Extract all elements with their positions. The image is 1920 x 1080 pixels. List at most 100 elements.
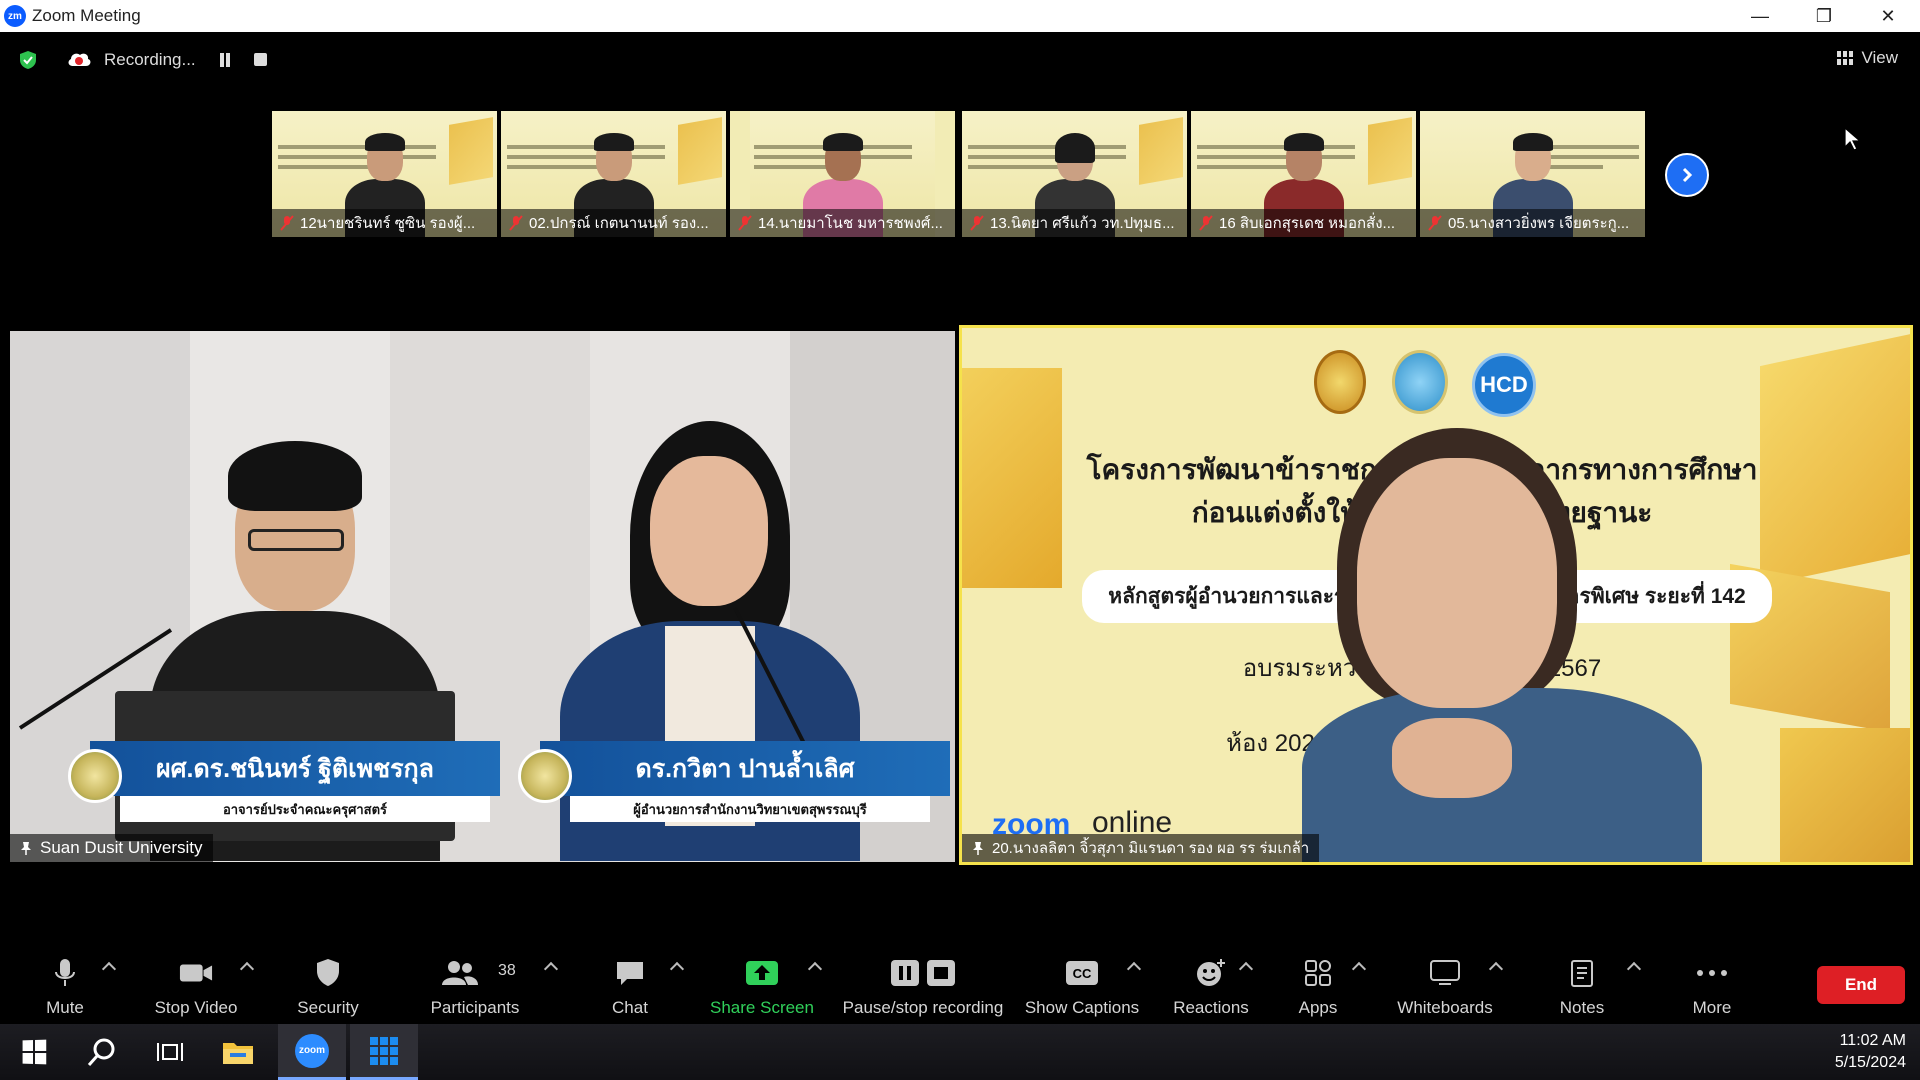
participant-name: 16 สิบเอกสุรเดช หมอกสั่ง... — [1219, 215, 1396, 232]
lower-third-title: ผู้อำนวยการสำนักงานวิทยาเขตสุพรรณบุรี — [570, 796, 930, 822]
window-title: Zoom Meeting — [32, 6, 141, 25]
slide-decoration — [962, 368, 1062, 588]
folder-icon — [223, 1043, 253, 1064]
task-view-icon — [157, 1043, 183, 1061]
chat-options-chevron-icon[interactable] — [669, 961, 685, 977]
reactions-button[interactable]: Reactions — [1166, 942, 1256, 1024]
pause-stop-recording-button[interactable]: Pause/stop recording — [838, 942, 1008, 1024]
view-button[interactable]: View — [1837, 48, 1898, 68]
main-video-tile-right[interactable]: HCD โครงการพัฒนาข้าราชการครูและบุคลากรทา… — [959, 325, 1913, 865]
slide-decoration — [1780, 728, 1910, 862]
chevron-right-icon — [1682, 167, 1693, 183]
share-screen-label: Share Screen — [710, 998, 814, 1017]
system-clock[interactable]: 11:02 AM 5/15/2024 — [1835, 1030, 1906, 1074]
stop-recording-icon[interactable] — [254, 53, 267, 66]
view-label: View — [1861, 48, 1898, 67]
meeting-toolbar: Mute Stop Video Security Participants 38… — [0, 942, 1920, 1024]
mic-muted-icon — [1199, 215, 1213, 231]
more-ellipsis-icon — [1697, 970, 1727, 976]
apps-label: Apps — [1298, 998, 1338, 1017]
stop-video-button[interactable]: Stop Video — [146, 942, 246, 1024]
show-captions-label: Show Captions — [1024, 998, 1140, 1017]
audio-options-chevron-icon[interactable] — [101, 961, 117, 977]
mic-muted-icon — [509, 215, 523, 231]
participant-name: 05.นางสาวยิ่งพร เจียตระกู... — [1448, 215, 1630, 232]
participants-label: Participants — [430, 998, 520, 1017]
grid-app-icon — [370, 1036, 398, 1065]
taskbar-file-explorer[interactable] — [204, 1024, 272, 1080]
participant-thumbnail[interactable]: 13.นิตยา ศรีแก้ว วท.ปทุมธ... — [962, 111, 1187, 237]
participants-icon — [442, 961, 478, 985]
mute-label: Mute — [46, 998, 84, 1017]
hcd-logo-icon: HCD — [1472, 353, 1536, 417]
slide-decoration — [1760, 329, 1910, 587]
participant-thumbnail[interactable]: 16 สิบเอกสุรเดช หมอกสั่ง... — [1191, 111, 1416, 237]
start-button[interactable] — [0, 1024, 68, 1080]
more-button[interactable]: More — [1682, 942, 1742, 1024]
participant-name: 20.นางลลิตา จิ้วสุภา มิแรนดา รอง ผอ รร ร… — [992, 840, 1310, 857]
window-controls: — ❐ ✕ — [1728, 0, 1920, 32]
minimize-icon[interactable]: — — [1728, 0, 1792, 32]
taskbar-grid-app[interactable] — [350, 1024, 418, 1080]
apps-button[interactable]: Apps — [1290, 942, 1346, 1024]
whiteboards-label: Whiteboards — [1397, 998, 1493, 1017]
whiteboards-button[interactable]: Whiteboards — [1390, 942, 1500, 1024]
clock-date: 5/15/2024 — [1834, 1054, 1906, 1071]
encryption-shield-icon[interactable] — [18, 50, 38, 70]
notes-label: Notes — [1559, 998, 1605, 1017]
mic-muted-icon — [280, 215, 294, 231]
participant-name-label: 20.นางลลิตา จิ้วสุภา มิแรนดา รอง ผอ รร ร… — [962, 834, 1320, 862]
show-captions-button[interactable]: CC Show Captions — [1022, 942, 1142, 1024]
participant-name-label: Suan Dusit University — [10, 834, 213, 862]
chat-bubble-icon — [617, 962, 643, 985]
mute-button[interactable]: Mute — [30, 942, 100, 1024]
recording-status-text: Recording... — [104, 50, 196, 69]
notes-button[interactable]: Notes — [1552, 942, 1612, 1024]
title-bar: zm Zoom Meeting — ❐ ✕ — [0, 0, 1920, 32]
mouse-cursor-icon — [1844, 126, 1862, 151]
chat-button[interactable]: Chat — [600, 942, 660, 1024]
participant-thumbnail[interactable]: 05.นางสาวยิ่งพร เจียตระกู... — [1420, 111, 1645, 237]
participant-name: 02.ปกรณ์ เกตนานนท์ รอง... — [529, 215, 709, 232]
close-icon[interactable]: ✕ — [1856, 0, 1920, 32]
next-page-button[interactable] — [1665, 153, 1709, 197]
taskbar-zoom-app[interactable]: zoom — [278, 1024, 346, 1080]
apps-options-chevron-icon[interactable] — [1351, 961, 1367, 977]
lower-third-name: ดร.กวิตา ปานล้ำเลิศ — [540, 741, 950, 796]
main-video-tile-left[interactable]: ผศ.ดร.ชนินทร์ ฐิติเพชรกุล อาจารย์ประจำคณ… — [10, 331, 955, 862]
security-shield-icon — [317, 959, 339, 986]
lower-third-name: ผศ.ดร.ชนินทร์ ฐิติเพชรกุล — [90, 741, 500, 796]
taskbar-search-button[interactable] — [68, 1024, 136, 1080]
chat-label: Chat — [612, 998, 648, 1017]
video-camera-icon — [179, 964, 213, 982]
participants-button[interactable]: Participants — [425, 942, 525, 1024]
lower-third-title: อาจารย์ประจำคณะครุศาสตร์ — [120, 796, 490, 822]
pause-stop-recording-label: Pause/stop recording — [842, 998, 1004, 1017]
council-seal-icon — [1392, 350, 1448, 414]
share-screen-button[interactable]: Share Screen — [710, 942, 814, 1024]
reactions-smiley-icon — [1197, 959, 1225, 986]
participant-thumbnail[interactable]: 14.นายมาโนช มหารชพงศ์... — [730, 111, 955, 237]
search-icon — [87, 1038, 115, 1066]
notes-options-chevron-icon[interactable] — [1626, 961, 1642, 977]
pin-icon — [973, 842, 983, 855]
security-button[interactable]: Security — [290, 942, 366, 1024]
participant-name: 14.นายมาโนช มหารชพงศ์... — [758, 215, 943, 232]
participants-options-chevron-icon[interactable] — [543, 961, 559, 977]
security-label: Security — [297, 998, 359, 1017]
whiteboard-icon — [1430, 960, 1460, 985]
restore-icon[interactable]: ❐ — [1792, 0, 1856, 32]
zoom-app-icon: zm — [4, 5, 26, 27]
end-meeting-button[interactable]: End — [1817, 966, 1905, 1004]
pause-recording-icon[interactable] — [218, 53, 232, 67]
participant-thumbnail[interactable]: 02.ปกรณ์ เกตนานนท์ รอง... — [501, 111, 726, 237]
clock-time: 11:02 AM — [1839, 1032, 1906, 1049]
cloud-recording-icon — [68, 53, 91, 66]
task-view-button[interactable] — [136, 1024, 204, 1080]
pin-icon — [21, 842, 31, 855]
participant-thumbnail[interactable]: 12นายชรินทร์ ซูซิน รองผู้... — [272, 111, 497, 237]
zoom-taskbar-icon: zoom — [295, 1033, 329, 1068]
name-lower-third: ผศ.ดร.ชนินทร์ ฐิติเพชรกุล อาจารย์ประจำคณ… — [30, 741, 500, 826]
participant-name: 12นายชรินทร์ ซูซิน รองผู้... — [300, 215, 476, 232]
active-speaker-video — [1302, 428, 1702, 862]
